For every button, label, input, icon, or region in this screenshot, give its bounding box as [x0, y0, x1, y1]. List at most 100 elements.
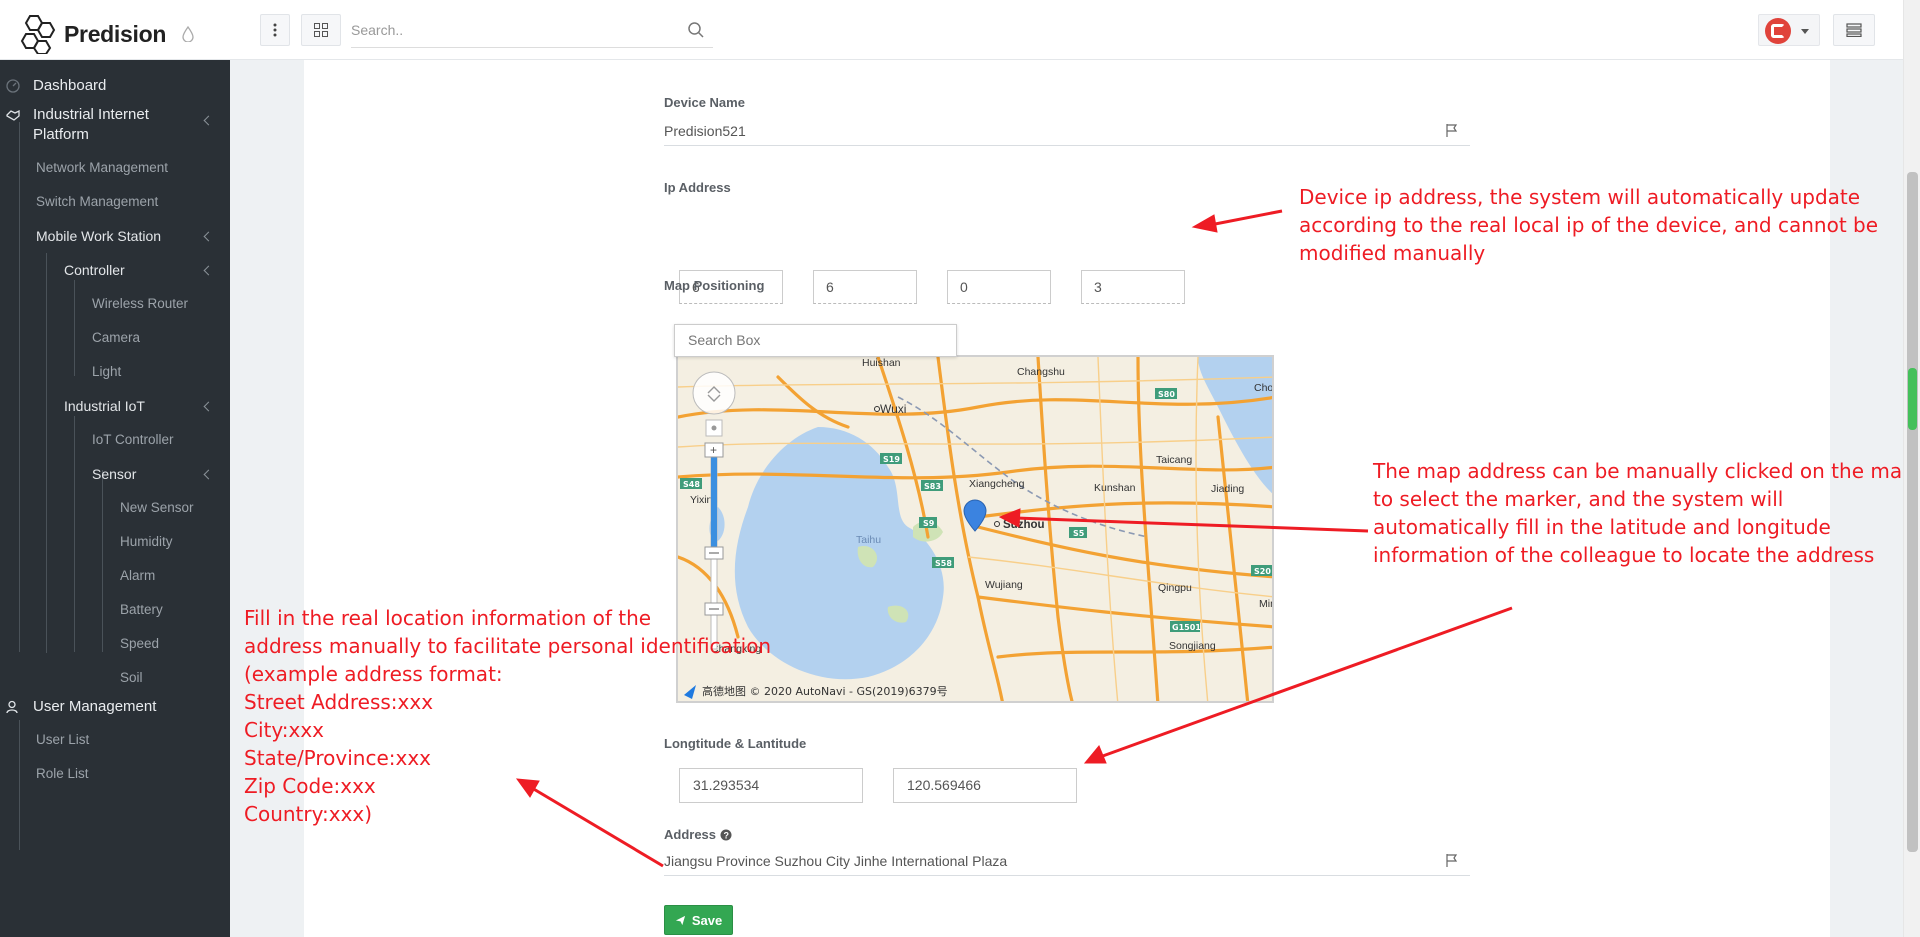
- settings-panel-button[interactable]: [1833, 14, 1875, 46]
- svg-text:S9: S9: [923, 519, 935, 528]
- ip-octet-2-field[interactable]: 6: [813, 270, 917, 304]
- sidebar-item-dashboard[interactable]: Dashboard: [6, 77, 106, 94]
- flag-icon: [1446, 854, 1458, 867]
- send-icon: [675, 915, 685, 925]
- chevron-left-icon: [203, 115, 214, 126]
- svg-text:Taihu: Taihu: [856, 534, 881, 546]
- flag-icon: [1446, 124, 1458, 137]
- grid-icon: [314, 23, 328, 37]
- dashboard-icon: [6, 78, 20, 93]
- svg-text:Qingpu: Qingpu: [1158, 582, 1192, 594]
- svg-text:Suzhou: Suzhou: [1003, 519, 1045, 531]
- tree-line: [102, 470, 103, 652]
- page-scrollbar[interactable]: [1903, 0, 1920, 937]
- chevron-left-icon: [203, 401, 214, 412]
- chevron-left-icon: [203, 265, 214, 276]
- more-vertical-icon: [273, 23, 277, 37]
- svg-text:Jiading: Jiading: [1211, 483, 1244, 495]
- ip-octet-4-field[interactable]: 3: [1081, 270, 1185, 304]
- tree-line: [19, 720, 20, 850]
- svg-text:S80: S80: [1158, 390, 1175, 399]
- logo-hexagons-icon: [20, 15, 56, 54]
- droplet-icon[interactable]: [182, 26, 194, 42]
- user-group-icon: [6, 700, 18, 713]
- ip-octet-3-field[interactable]: 0: [947, 270, 1051, 304]
- sidebar-item-iot-controller[interactable]: IoT Controller: [92, 432, 174, 447]
- sidebar-item-battery[interactable]: Battery: [120, 602, 163, 617]
- help-icon[interactable]: ?: [720, 829, 732, 841]
- svg-text:S19: S19: [883, 455, 900, 464]
- svg-text:G1501: G1501: [1172, 623, 1201, 632]
- svg-text:Wujiang: Wujiang: [985, 579, 1023, 591]
- chevron-left-icon: [203, 469, 214, 480]
- tree-line: [74, 416, 75, 652]
- sidebar-item-network-management[interactable]: Network Management: [36, 160, 168, 175]
- svg-text:S83: S83: [924, 482, 941, 491]
- sidebar-item-switch-management[interactable]: Switch Management: [36, 194, 158, 209]
- sidebar-item-wireless-router[interactable]: Wireless Router: [92, 296, 188, 311]
- sidebar-item-user-list[interactable]: User List: [36, 732, 89, 747]
- sidebar-item-sensor[interactable]: Sensor: [92, 466, 226, 482]
- svg-text:Wuxi: Wuxi: [880, 402, 906, 416]
- sidebar-item-new-sensor[interactable]: New Sensor: [120, 500, 194, 515]
- longitude-field[interactable]: 120.569466: [893, 768, 1077, 803]
- svg-text:S5: S5: [1073, 529, 1085, 538]
- avatar-icon: [1765, 18, 1791, 44]
- handshake-icon: [6, 109, 20, 121]
- svg-text:Changshu: Changshu: [1017, 366, 1065, 378]
- apps-grid-button[interactable]: [301, 14, 341, 46]
- save-button[interactable]: Save: [664, 905, 733, 935]
- sidebar-item-user-management[interactable]: User Management: [6, 698, 156, 715]
- brand-name: Predision: [64, 20, 167, 47]
- svg-text:+: +: [710, 443, 717, 457]
- sidebar-item-humidity[interactable]: Humidity: [120, 534, 173, 549]
- device-name-field[interactable]: Predision521: [664, 120, 1470, 146]
- ip-address-label: Ip Address: [664, 180, 731, 195]
- map-positioning-label: Map Positioning: [664, 278, 765, 293]
- svg-text:Huishan: Huishan: [862, 357, 901, 369]
- sidebar-item-light[interactable]: Light: [92, 364, 121, 379]
- search-input[interactable]: [351, 14, 671, 46]
- ip-annotation: Device ip address, the system will autom…: [1299, 185, 1879, 265]
- sidebar-item-industrial-internet-platform[interactable]: Industrial Internet Platform: [6, 105, 226, 145]
- tree-line: [46, 253, 47, 653]
- svg-text:?: ?: [724, 830, 730, 840]
- chevron-left-icon: [203, 231, 214, 242]
- user-menu-button[interactable]: [1758, 14, 1820, 46]
- tree-line: [74, 280, 75, 376]
- top-bar: Predision: [0, 0, 1903, 60]
- map-annotation: The map address can be manually clicked …: [1373, 459, 1915, 567]
- svg-text:S20: S20: [1254, 567, 1271, 576]
- address-annotation: Fill in the real location information of…: [244, 606, 772, 826]
- sidebar-item-camera[interactable]: Camera: [92, 330, 140, 345]
- scrollbar-indicator: [1908, 368, 1917, 430]
- sidebar-item-soil[interactable]: Soil: [120, 670, 143, 685]
- svg-text:S48: S48: [683, 480, 700, 489]
- sidebar: Dashboard Industrial Internet Platform N…: [0, 60, 230, 937]
- svg-text:S58: S58: [935, 559, 952, 568]
- sidebar-item-controller[interactable]: Controller: [64, 262, 226, 278]
- global-search: [351, 14, 713, 48]
- svg-text:Chor: Chor: [1254, 382, 1274, 394]
- settings-panel-icon: [1846, 23, 1862, 37]
- caret-down-icon: [1801, 29, 1809, 34]
- svg-text:Minh: Minh: [1259, 598, 1274, 610]
- svg-text:Songjiang: Songjiang: [1169, 640, 1216, 652]
- svg-text:Taicang: Taicang: [1156, 454, 1192, 466]
- tree-line: [19, 122, 20, 652]
- map-search-input[interactable]: Search Box: [674, 324, 957, 357]
- svg-text:Xiangcheng: Xiangcheng: [969, 478, 1025, 490]
- search-icon[interactable]: [687, 21, 705, 39]
- more-options-button[interactable]: [260, 14, 290, 46]
- scrollbar-thumb[interactable]: [1907, 172, 1918, 852]
- brand-logo[interactable]: Predision: [18, 14, 166, 54]
- address-field[interactable]: Jiangsu Province Suzhou City Jinhe Inter…: [664, 850, 1470, 876]
- svg-text:Kunshan: Kunshan: [1094, 482, 1136, 494]
- sidebar-item-speed[interactable]: Speed: [120, 636, 159, 651]
- sidebar-item-alarm[interactable]: Alarm: [120, 568, 155, 583]
- sidebar-item-industrial-iot[interactable]: Industrial IoT: [64, 398, 226, 414]
- address-label: Address ?: [664, 827, 732, 842]
- sidebar-item-mobile-work-station[interactable]: Mobile Work Station: [36, 228, 226, 244]
- device-name-label: Device Name: [664, 95, 745, 110]
- sidebar-item-role-list[interactable]: Role List: [36, 766, 89, 781]
